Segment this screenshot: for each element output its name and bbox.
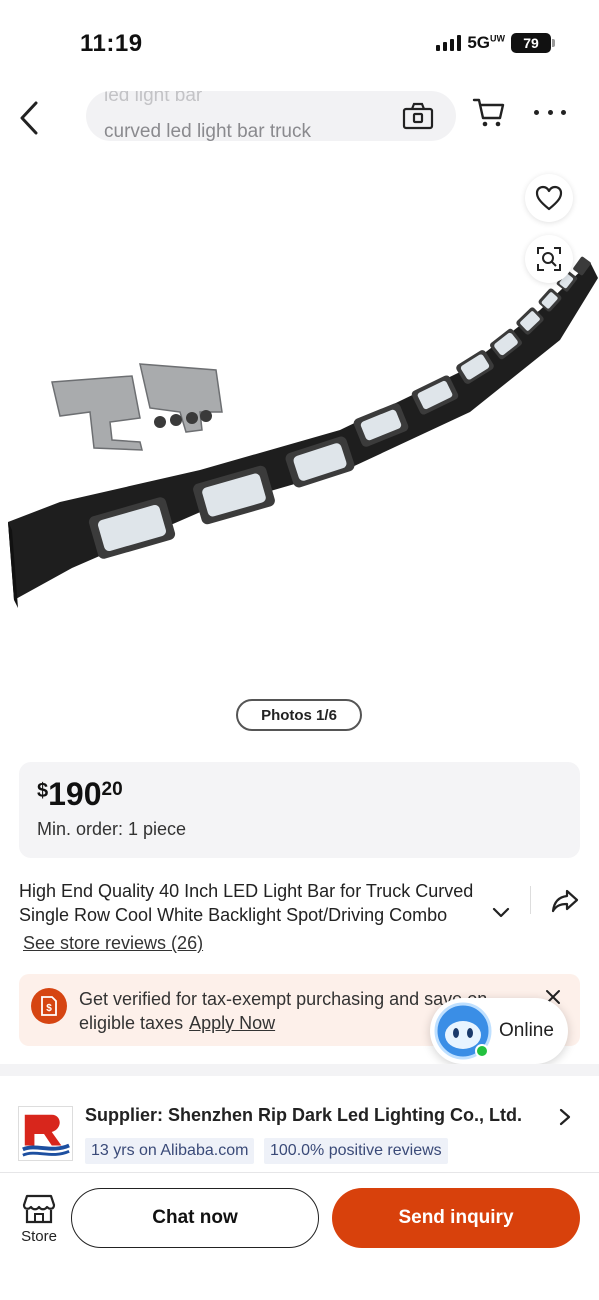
product-gallery[interactable]: Photos 1/6 bbox=[0, 150, 599, 745]
heart-icon bbox=[535, 185, 563, 211]
positive-reviews-badge: 100.0% positive reviews bbox=[264, 1138, 448, 1164]
status-bar: 11:19 5GUW 79 bbox=[0, 0, 599, 80]
supplier-logo[interactable] bbox=[18, 1106, 73, 1161]
store-icon bbox=[22, 1194, 56, 1224]
online-status-dot bbox=[475, 1044, 489, 1058]
back-button[interactable] bbox=[14, 98, 44, 138]
header: led light bar curved led light bar truck bbox=[0, 88, 599, 148]
price-decimal: 20 bbox=[101, 779, 123, 800]
expand-chevron-icon[interactable] bbox=[492, 905, 510, 921]
product-title-line-1: High End Quality 40 Inch LED Light Bar f… bbox=[19, 881, 474, 901]
section-separator bbox=[0, 1064, 599, 1076]
supplier-name[interactable]: Supplier: Shenzhen Rip Dark Led Lighting… bbox=[85, 1105, 522, 1126]
store-button[interactable]: Store bbox=[14, 1193, 64, 1253]
status-indicators: 5GUW 79 bbox=[436, 33, 555, 53]
price-currency: $ bbox=[37, 780, 49, 802]
camera-icon bbox=[402, 102, 434, 130]
online-chat-float[interactable]: Online bbox=[430, 998, 568, 1064]
years-badge: 13 yrs on Alibaba.com bbox=[85, 1138, 255, 1164]
svg-text:$: $ bbox=[46, 1003, 52, 1014]
more-button[interactable] bbox=[534, 102, 566, 122]
share-button[interactable] bbox=[550, 886, 580, 916]
product-title[interactable]: High End Quality 40 Inch LED Light Bar f… bbox=[19, 879, 519, 927]
favorite-button[interactable] bbox=[525, 174, 573, 222]
battery-icon: 79 bbox=[511, 33, 555, 53]
share-icon bbox=[551, 889, 579, 913]
chat-now-button[interactable]: Chat now bbox=[71, 1188, 319, 1248]
product-image-led-light-bar[interactable] bbox=[0, 150, 599, 690]
cart-button[interactable] bbox=[472, 96, 506, 130]
product-title-line-2: Single Row Cool White Backlight Spot/Dri… bbox=[19, 905, 448, 925]
price-card: $ 190 20 Min. order: 1 piece bbox=[19, 762, 580, 858]
tax-document-icon: $ bbox=[31, 988, 67, 1024]
divider bbox=[530, 886, 531, 914]
back-chevron-icon bbox=[20, 101, 38, 135]
search-query: curved led light bar truck bbox=[104, 121, 311, 141]
search-previous-text: led light bar bbox=[104, 91, 203, 106]
camera-search-button[interactable] bbox=[402, 101, 434, 131]
cart-icon bbox=[472, 98, 505, 127]
send-inquiry-button[interactable]: Send inquiry bbox=[332, 1188, 580, 1248]
price: $ 190 20 bbox=[37, 776, 123, 812]
network-type: 5GUW bbox=[467, 33, 505, 52]
search-input[interactable]: led light bar curved led light bar truck bbox=[86, 91, 456, 141]
price-integer: 190 bbox=[48, 776, 102, 812]
status-time: 11:19 bbox=[80, 30, 143, 57]
signal-icon bbox=[436, 35, 462, 51]
more-icon bbox=[534, 109, 539, 115]
chevron-right-icon[interactable] bbox=[558, 1108, 572, 1126]
online-label: Online bbox=[499, 1020, 554, 1041]
image-search-button[interactable] bbox=[525, 235, 573, 283]
store-reviews-link[interactable]: See store reviews (26) bbox=[23, 933, 203, 954]
apply-now-link[interactable]: Apply Now bbox=[189, 1013, 275, 1033]
visual-search-icon bbox=[537, 247, 561, 271]
bottom-action-bar: Store Chat now Send inquiry bbox=[0, 1172, 599, 1300]
store-label: Store bbox=[21, 1228, 57, 1245]
photos-indicator[interactable]: Photos 1/6 bbox=[236, 699, 362, 731]
min-order: Min. order: 1 piece bbox=[37, 819, 187, 839]
